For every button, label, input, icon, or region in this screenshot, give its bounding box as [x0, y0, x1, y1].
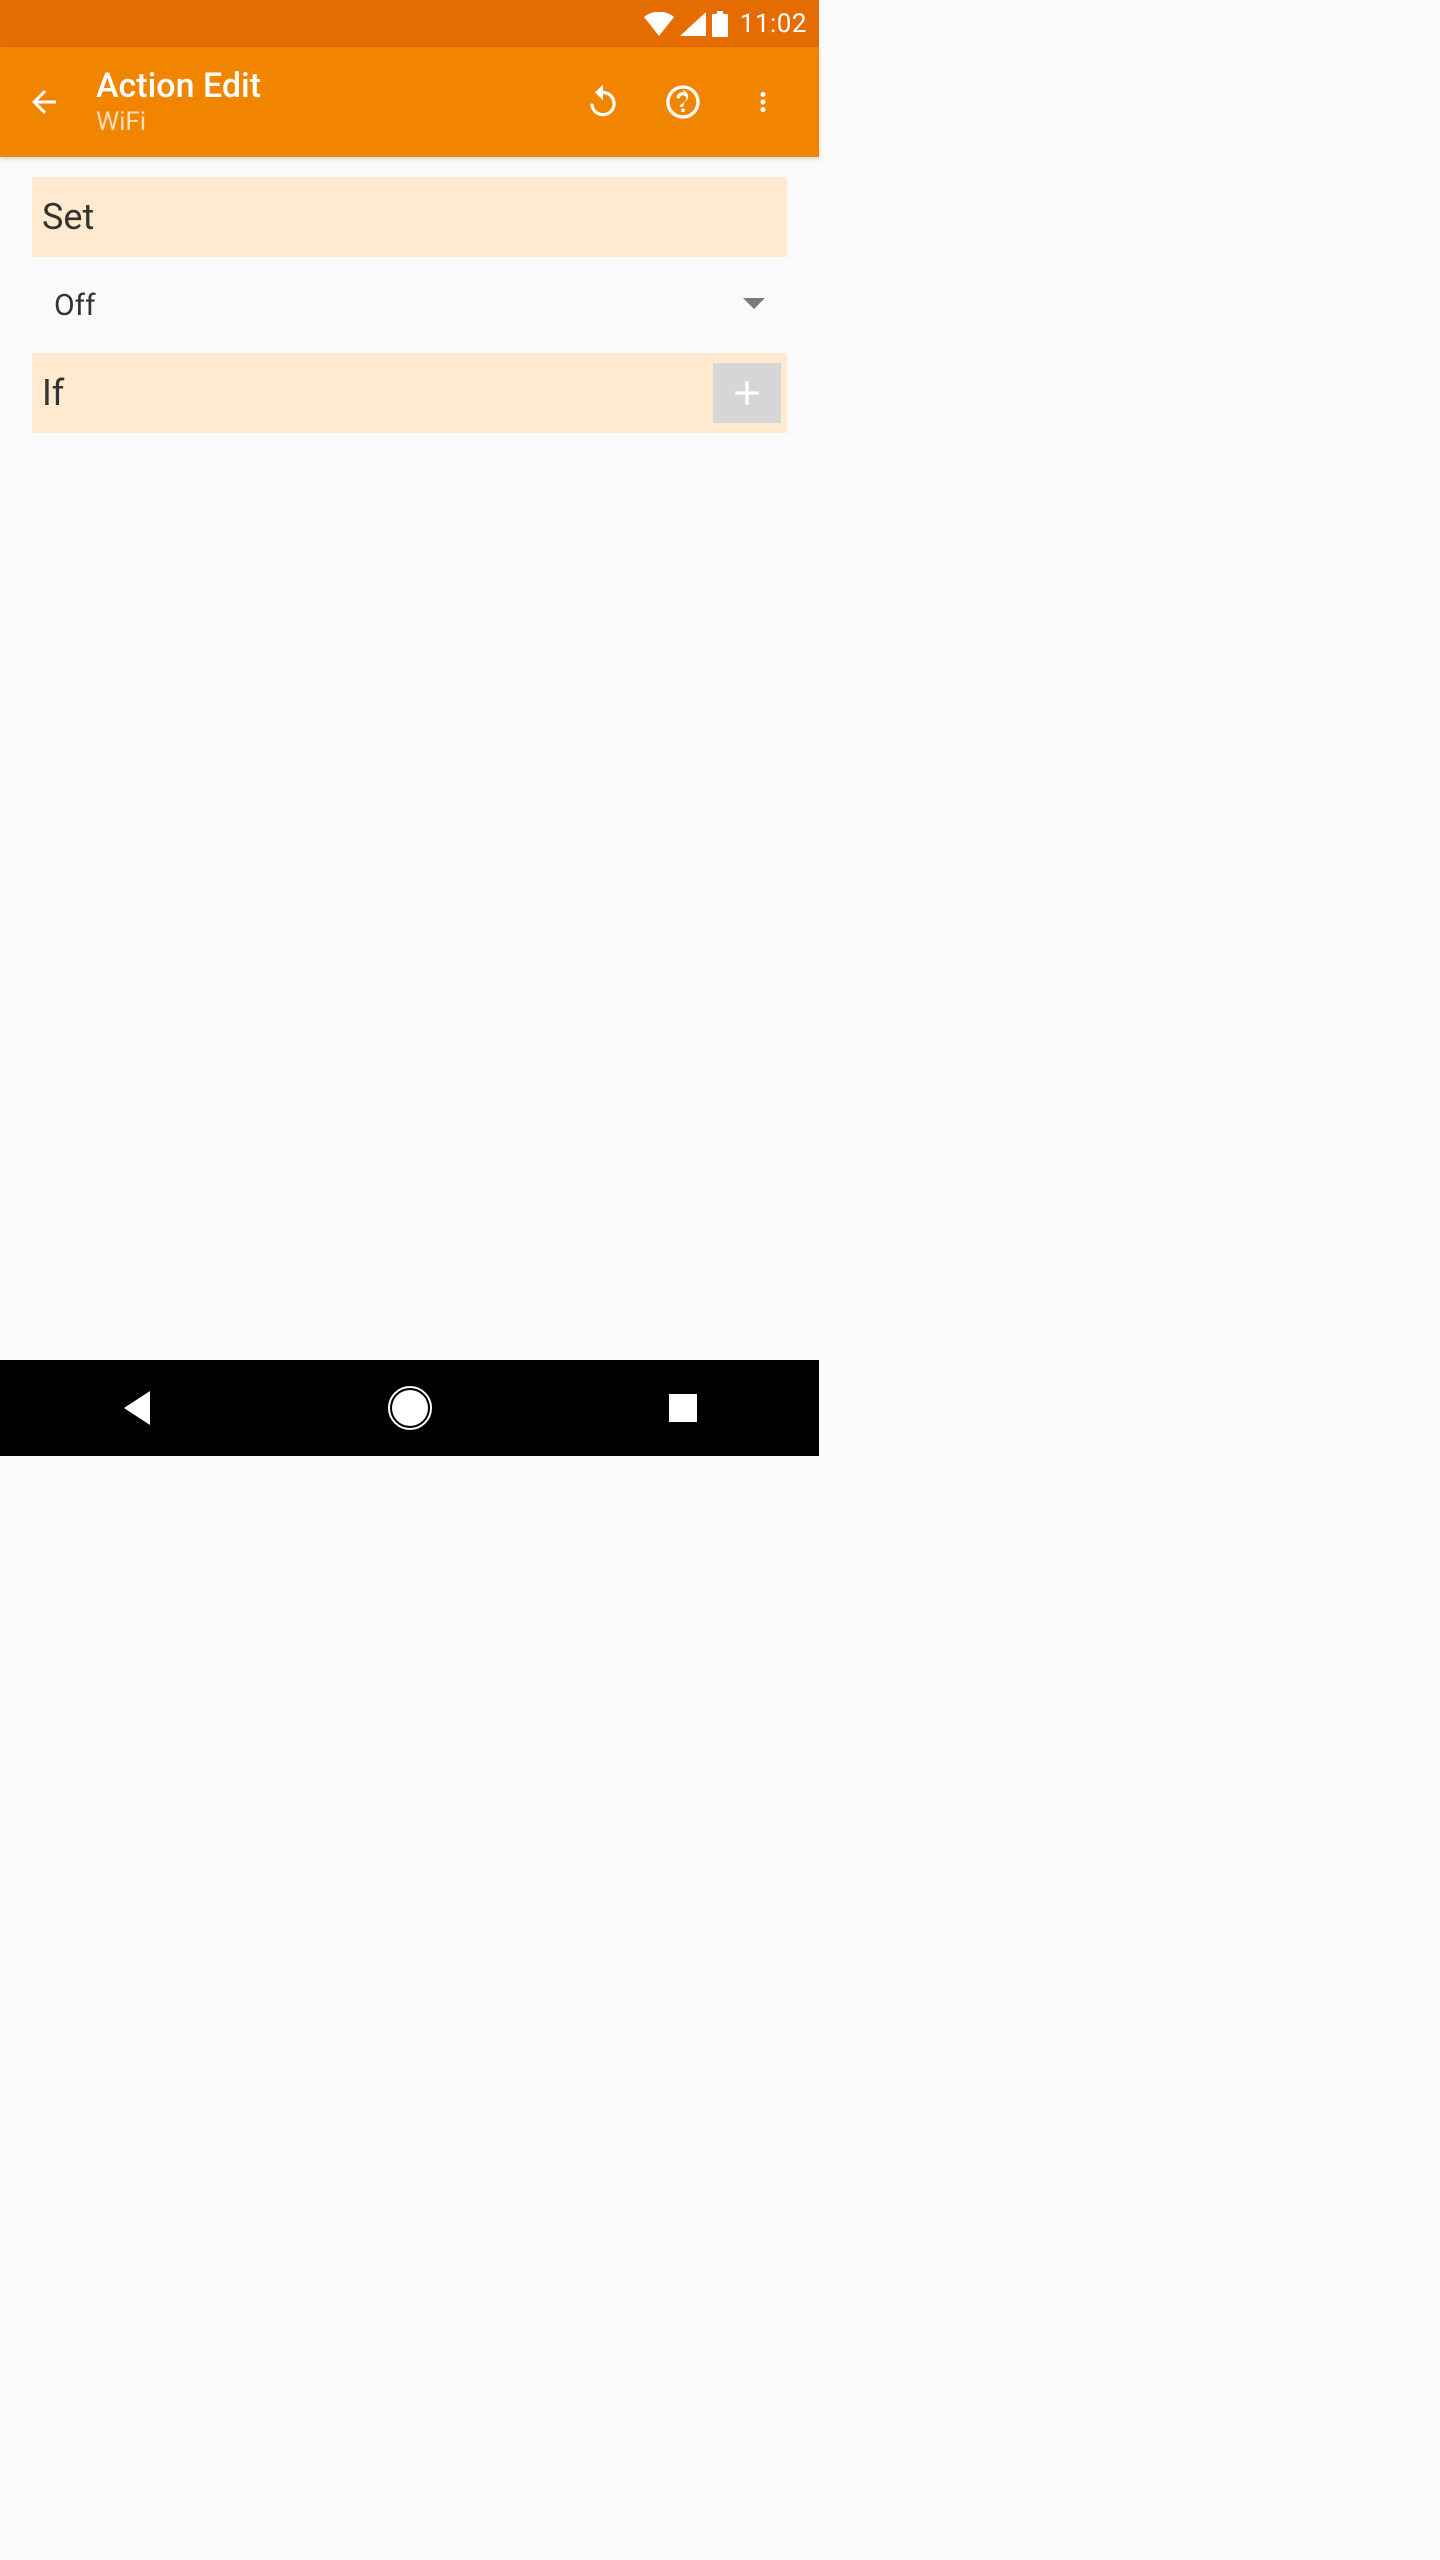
- overflow-menu-button[interactable]: [723, 62, 803, 142]
- if-section-header: If: [32, 353, 787, 433]
- add-condition-button[interactable]: [713, 363, 781, 423]
- status-bar-time: 11:02: [740, 9, 807, 39]
- content-area: Set Off If: [0, 157, 819, 1360]
- app-bar-subtitle: WiFi: [96, 107, 563, 138]
- navigation-bar: [0, 1360, 819, 1456]
- back-button[interactable]: [16, 74, 72, 130]
- app-bar-titles: Action Edit WiFi: [96, 66, 563, 138]
- undo-button[interactable]: [563, 62, 643, 142]
- status-bar: 11:02: [0, 0, 819, 47]
- if-label: If: [42, 372, 64, 414]
- help-button[interactable]: [643, 62, 723, 142]
- nav-recent-button[interactable]: [633, 1378, 733, 1438]
- app-bar: Action Edit WiFi: [0, 47, 819, 157]
- cell-signal-icon: [680, 12, 706, 36]
- set-label: Set: [42, 196, 94, 238]
- battery-icon: [712, 11, 728, 37]
- dropdown-caret-icon: [743, 298, 765, 312]
- app-bar-title: Action Edit: [96, 66, 563, 107]
- set-value-text: Off: [54, 288, 96, 323]
- nav-home-button[interactable]: [360, 1378, 460, 1438]
- set-value-spinner[interactable]: Off: [32, 257, 787, 353]
- nav-back-button[interactable]: [87, 1378, 187, 1438]
- wifi-icon: [644, 12, 674, 36]
- set-section-header: Set: [32, 177, 787, 257]
